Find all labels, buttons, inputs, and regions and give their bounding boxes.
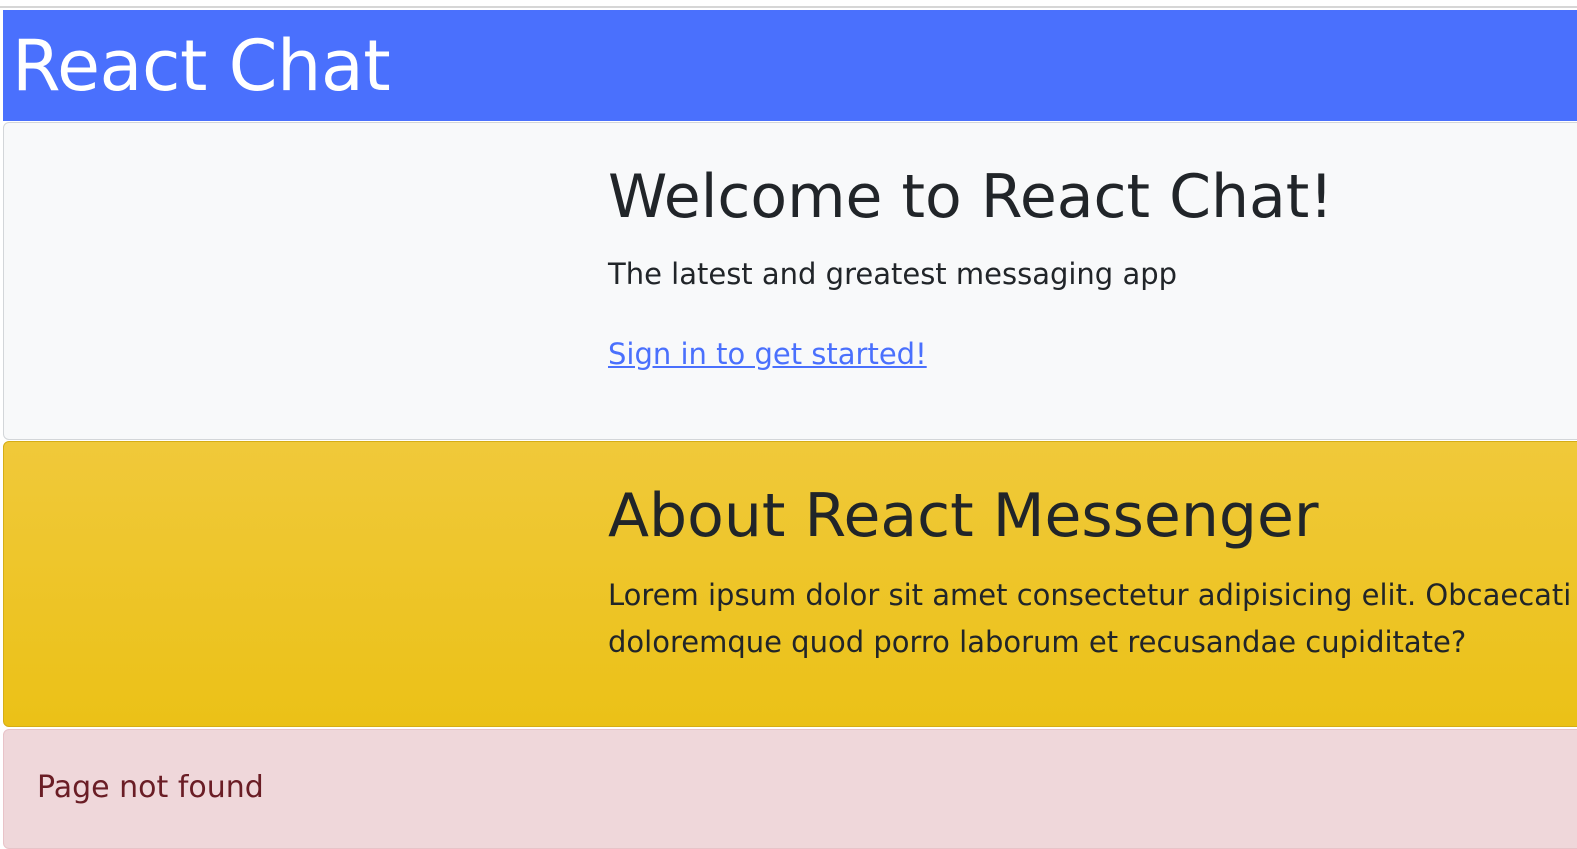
about-title: About React Messenger: [608, 481, 1319, 551]
welcome-jumbotron: Welcome to React Chat! The latest and gr…: [3, 122, 1577, 440]
navbar: React Chat: [3, 10, 1577, 121]
brand-title[interactable]: React Chat: [12, 22, 391, 110]
welcome-title: Welcome to React Chat!: [608, 162, 1334, 232]
welcome-subtitle: The latest and greatest messaging app: [608, 257, 1178, 291]
about-section: About React Messenger Lorem ipsum dolor …: [3, 441, 1577, 727]
page-not-found-alert: Page not found: [3, 729, 1577, 849]
browser-top-border: [0, 0, 1577, 8]
alert-text: Page not found: [37, 770, 264, 805]
about-text: Lorem ipsum dolor sit amet consectetur a…: [608, 578, 1577, 659]
sign-in-link[interactable]: Sign in to get started!: [608, 334, 927, 374]
